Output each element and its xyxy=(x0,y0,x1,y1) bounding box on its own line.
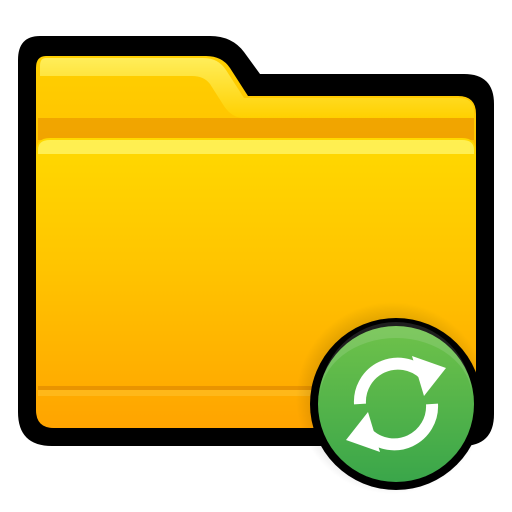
folder-sync-icon-canvas xyxy=(0,0,512,512)
folder-sync-icon xyxy=(18,36,494,494)
sync-badge xyxy=(310,318,482,490)
